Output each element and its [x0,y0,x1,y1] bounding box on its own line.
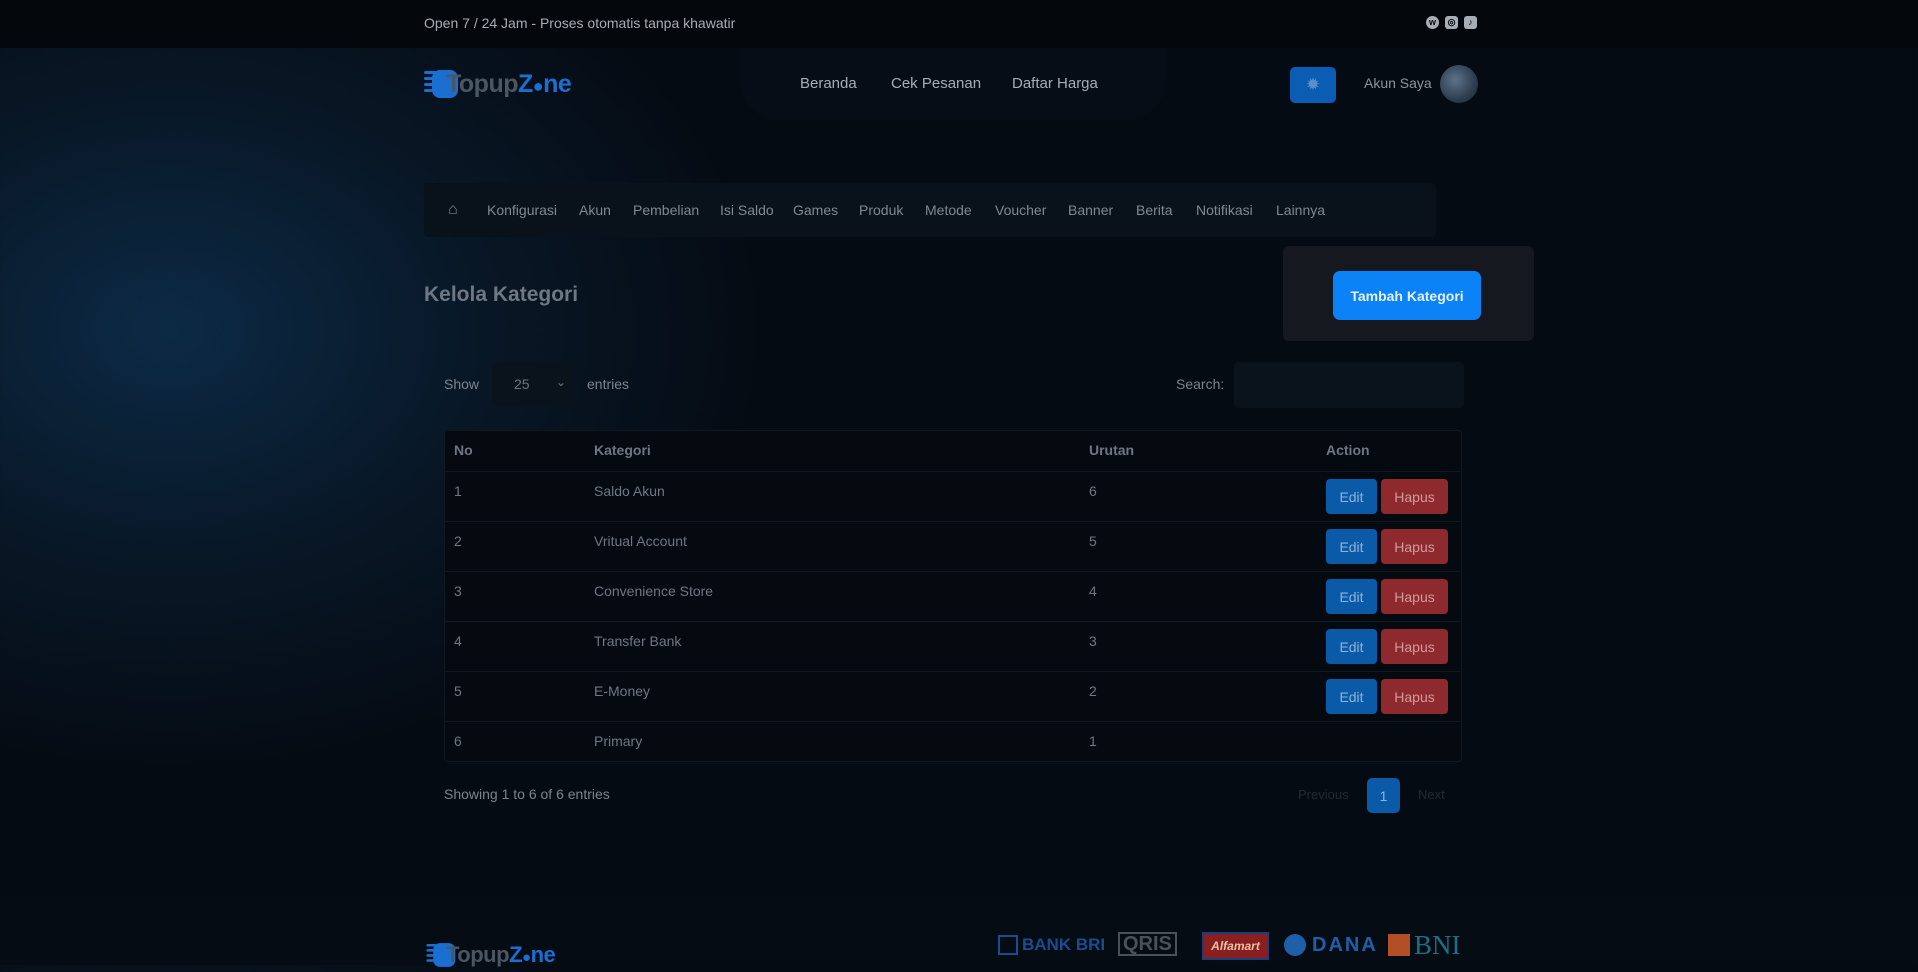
dana-logo: DANA [1284,932,1378,958]
previous-page-button[interactable]: Previous [1298,787,1349,802]
menu-banner[interactable]: Banner [1068,202,1113,218]
qris-logo: QRIS [1118,932,1177,956]
cell-urutan: 2 [1089,683,1097,699]
header-urutan[interactable]: Urutan [1089,442,1134,458]
table-info: Showing 1 to 6 of 6 entries [444,786,610,802]
menu-konfigurasi[interactable]: Konfigurasi [487,202,557,218]
cell-kategori: Transfer Bank [594,633,682,649]
home-icon[interactable]: ⌂ [448,201,464,218]
bni-mark-icon [1388,934,1410,956]
cell-no: 3 [454,583,462,599]
brand-name: TopupZ●ne [446,942,556,967]
row-divider [445,671,1460,672]
settings-button[interactable]: ✹ [1290,67,1336,103]
instagram-icon[interactable]: ◎ [1445,16,1458,29]
row-divider [445,621,1460,622]
edit-button[interactable]: Edit [1326,629,1377,664]
cell-no: 5 [454,683,462,699]
cell-urutan: 1 [1089,733,1097,749]
row-divider [445,471,1460,472]
bri-mark-icon [998,935,1018,955]
menu-voucher[interactable]: Voucher [995,202,1046,218]
row-divider [445,721,1460,722]
menu-isi-saldo[interactable]: Isi Saldo [720,202,774,218]
cell-urutan: 4 [1089,583,1097,599]
row-divider [445,521,1460,522]
tiktok-icon[interactable]: ♪ [1464,16,1477,29]
cell-no: 2 [454,533,462,549]
chevron-down-icon: ⌄ [556,375,567,389]
cell-no: 4 [454,633,462,649]
cell-kategori: Convenience Store [594,583,714,599]
delete-button[interactable]: Hapus [1381,629,1448,664]
cell-kategori: E-Money [594,683,651,699]
menu-notifikasi[interactable]: Notifikasi [1196,202,1253,218]
nav-cek-pesanan[interactable]: Cek Pesanan [891,75,981,92]
cell-no: 1 [454,483,462,499]
edit-button[interactable]: Edit [1326,479,1377,514]
show-label: Show [444,376,480,392]
cell-kategori: Vritual Account [594,533,687,549]
header-action: Action [1326,442,1370,458]
nav-beranda[interactable]: Beranda [800,75,857,92]
social-links: w ◎ ♪ [1426,16,1477,29]
menu-berita[interactable]: Berita [1136,202,1173,218]
brand-logo[interactable]: TopupZ●ne [424,64,572,104]
cell-urutan: 3 [1089,633,1097,649]
bank-bri-logo: BANK BRI [998,932,1105,958]
cell-kategori: Saldo Akun [594,483,665,499]
header-kategori[interactable]: Kategori [594,442,651,458]
cell-no: 6 [454,733,462,749]
tagline: Open 7 / 24 Jam - Proses otomatis tanpa … [424,15,736,31]
delete-button[interactable]: Hapus [1381,479,1448,514]
search-input[interactable] [1234,362,1464,408]
whatsapp-icon[interactable]: w [1426,16,1439,29]
avatar[interactable] [1440,65,1478,103]
page-size-value: 25 [514,376,530,392]
add-category-button[interactable]: Tambah Kategori [1333,271,1481,320]
menu-produk[interactable]: Produk [859,202,903,218]
account-label[interactable]: Akun Saya [1364,75,1432,91]
top-bar: Open 7 / 24 Jam - Proses otomatis tanpa … [0,0,1918,48]
dana-mark-icon [1284,934,1306,956]
nav-daftar-harga[interactable]: Daftar Harga [1012,75,1098,92]
gear-icon: ✹ [1305,75,1321,94]
cell-urutan: 5 [1089,533,1097,549]
brand-name: TopupZ●ne [446,69,572,98]
edit-button[interactable]: Edit [1326,529,1377,564]
page-size-select[interactable]: 25 ⌄ [492,362,573,406]
menu-metode[interactable]: Metode [925,202,972,218]
cell-urutan: 6 [1089,483,1097,499]
delete-button[interactable]: Hapus [1381,679,1448,714]
cell-kategori: Primary [594,733,643,749]
admin-menu: ⌂ Konfigurasi Akun Pembelian Isi Saldo G… [424,183,1436,237]
menu-akun[interactable]: Akun [579,202,611,218]
menu-games[interactable]: Games [793,202,838,218]
delete-button[interactable]: Hapus [1381,579,1448,614]
menu-lainnya[interactable]: Lainnya [1276,202,1325,218]
footer-logo[interactable]: TopupZ●ne [424,938,556,972]
edit-button[interactable]: Edit [1326,679,1377,714]
header-no[interactable]: No [454,442,473,458]
bni-logo: BNI [1388,930,1461,960]
alfamart-logo: Alfamart [1202,932,1269,960]
page-title: Kelola Kategori [424,283,579,306]
edit-button[interactable]: Edit [1326,579,1377,614]
next-page-button[interactable]: Next [1418,787,1445,802]
delete-button[interactable]: Hapus [1381,529,1448,564]
entries-label: entries [587,376,630,392]
row-divider [445,571,1460,572]
menu-pembelian[interactable]: Pembelian [633,202,699,218]
main-nav: Beranda Cek Pesanan Daftar Harga [740,48,1166,120]
search-label: Search: [1176,376,1225,392]
page-1-button[interactable]: 1 [1367,778,1400,813]
footer [0,896,1918,965]
